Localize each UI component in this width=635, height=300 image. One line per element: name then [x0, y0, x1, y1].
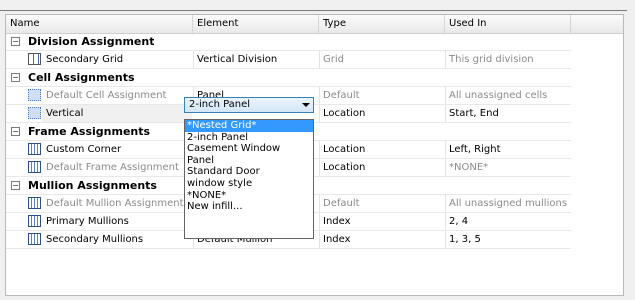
- group-label: Mullion Assignments: [28, 179, 157, 192]
- row-name: Default Frame Assignment: [46, 162, 179, 173]
- column-header-element[interactable]: Element: [193, 15, 319, 33]
- mullion-icon: [28, 197, 41, 209]
- row-used-in: 1, 3, 5: [449, 234, 481, 245]
- dropdown-option[interactable]: *NONE*: [185, 190, 313, 202]
- dropdown-option[interactable]: Panel: [185, 155, 313, 167]
- grid-header: Name Element Type Used In: [6, 15, 623, 34]
- dropdown-option[interactable]: 2-inch Panel: [185, 132, 313, 144]
- row-name: Primary Mullions: [46, 216, 129, 227]
- row-element[interactable]: Vertical Division: [193, 51, 319, 68]
- row-name: Secondary Mullions: [46, 234, 144, 245]
- row-type: Index: [323, 234, 351, 245]
- row-name: Default Cell Assignment: [46, 90, 167, 101]
- row-used-in: 2, 4: [449, 216, 469, 227]
- group-row-cell[interactable]: − Cell Assignments: [6, 69, 571, 87]
- element-dropdown-list[interactable]: *Nested Grid* 2-inch Panel Casement Wind…: [184, 119, 314, 239]
- collapse-toggle-icon[interactable]: −: [11, 181, 20, 190]
- column-header-name[interactable]: Name: [6, 15, 193, 33]
- row-name: Vertical: [42, 105, 192, 122]
- group-label: Division Assignment: [28, 35, 155, 48]
- dropdown-option[interactable]: *Nested Grid*: [185, 120, 313, 132]
- dropdown-option[interactable]: Casement Window: [185, 143, 313, 155]
- row-name: Secondary Grid: [46, 54, 124, 65]
- cell-assignment-icon: [28, 107, 41, 119]
- row-used-in: All unassigned cells: [449, 90, 548, 101]
- group-label: Cell Assignments: [28, 71, 135, 84]
- row-type: Default: [323, 198, 360, 209]
- dropdown-option[interactable]: Standard Door: [185, 166, 313, 178]
- frame-icon: [28, 161, 41, 173]
- row-used-in: Start, End: [449, 108, 499, 119]
- row-type: Index: [323, 216, 351, 227]
- row-used-in: *NONE*: [449, 162, 489, 173]
- row-used-in: All unassigned mullions: [449, 198, 568, 209]
- table-row[interactable]: Secondary Grid Vertical Division Grid Th…: [6, 51, 571, 69]
- frame-icon: [28, 143, 41, 155]
- group-row-division[interactable]: − Division Assignment: [6, 33, 571, 51]
- row-type: Location: [323, 144, 366, 155]
- row-used-in: Left, Right: [449, 144, 501, 155]
- collapse-toggle-icon[interactable]: −: [11, 127, 20, 136]
- mullion-icon: [28, 215, 41, 227]
- row-type: Location: [323, 162, 366, 173]
- row-type: Default: [323, 90, 360, 101]
- collapse-toggle-icon[interactable]: −: [11, 73, 20, 82]
- row-type: Location: [323, 108, 366, 119]
- grid-division-icon: [28, 53, 41, 65]
- group-label: Frame Assignments: [28, 125, 151, 138]
- column-header-used-in[interactable]: Used In: [445, 15, 571, 33]
- dropdown-option[interactable]: New infill...: [185, 201, 313, 213]
- mullion-icon: [28, 233, 41, 245]
- row-name: Custom Corner: [46, 144, 122, 155]
- dropdown-arrow-icon[interactable]: [302, 103, 310, 107]
- row-name: Default Mullion Assignment: [46, 198, 184, 209]
- collapse-toggle-icon[interactable]: −: [11, 37, 20, 46]
- element-combobox[interactable]: 2-inch Panel: [184, 97, 314, 113]
- assignments-grid[interactable]: Name Element Type Used In − Division Ass…: [5, 14, 624, 296]
- column-header-type[interactable]: Type: [319, 15, 445, 33]
- dropdown-option[interactable]: window style: [185, 178, 313, 190]
- row-used-in: This grid division: [449, 54, 534, 65]
- cell-assignment-icon: [28, 89, 41, 101]
- row-type: Grid: [323, 54, 344, 65]
- combobox-value: 2-inch Panel: [189, 99, 251, 110]
